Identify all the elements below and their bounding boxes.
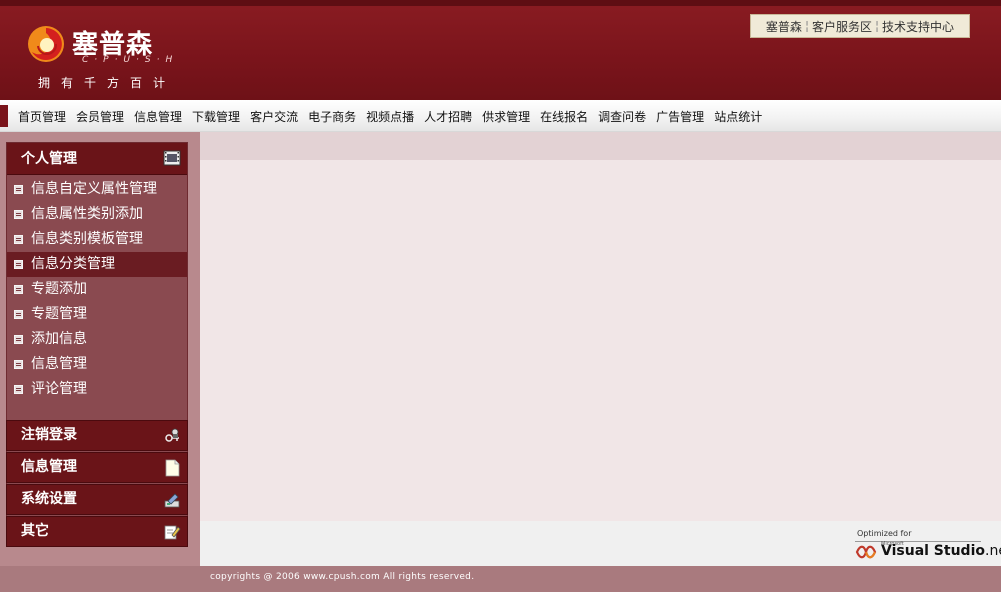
separator: ¦: [875, 19, 880, 33]
bullet-icon: [14, 210, 23, 219]
menu-item-label: 专题添加: [31, 281, 87, 297]
menu-item-label: 信息属性类别添加: [31, 206, 143, 222]
nav-item-video[interactable]: 视频点播: [366, 108, 414, 125]
menu-item-topic-add[interactable]: 专题添加: [7, 277, 187, 302]
document-icon: [165, 459, 180, 477]
menu-item-attribute-category-add[interactable]: 信息属性类别添加: [7, 202, 187, 227]
menu-item-label: 信息管理: [31, 356, 87, 372]
section-system-settings[interactable]: 系统设置: [6, 484, 188, 515]
badge-product-name: Visual Studio: [881, 543, 985, 559]
badge-product: Visual Studio.net: [881, 543, 1001, 559]
menu-item-topic-management[interactable]: 专题管理: [7, 302, 187, 327]
bullet-icon: [14, 310, 23, 319]
footer: copyrights @ 2006 www.cpush.com All righ…: [0, 566, 1001, 592]
menu-item-label: 信息类别模板管理: [31, 231, 143, 247]
bullet-icon: [14, 185, 23, 194]
bullet-icon: [14, 360, 23, 369]
menu-item-add-info[interactable]: 添加信息: [7, 327, 187, 352]
copyright-text: copyrights @ 2006 www.cpush.com All righ…: [210, 572, 475, 582]
nav-item-members[interactable]: 会员管理: [76, 108, 124, 125]
nav-item-online-signup[interactable]: 在线报名: [540, 108, 588, 125]
brand-sub: C·P·U·S·H: [82, 55, 179, 65]
nav-marker: [0, 105, 8, 127]
menu-item-label: 专题管理: [31, 306, 87, 322]
nav-item-survey[interactable]: 调查问卷: [598, 108, 646, 125]
nav-item-info[interactable]: 信息管理: [134, 108, 182, 125]
menu-item-comments[interactable]: 评论管理: [7, 377, 187, 402]
section-label: 注销登录: [21, 427, 77, 443]
section-logout[interactable]: 注销登录: [6, 420, 188, 451]
main-nav: 首页管理 会员管理 信息管理 下载管理 客户交流 电子商务 视频点播 人才招聘 …: [0, 100, 1001, 132]
logo-swirl-icon: [28, 26, 64, 62]
bullet-icon: [14, 260, 23, 269]
toplink-customer-service[interactable]: 客户服务区: [812, 18, 872, 35]
bottom-bar: Optimized for Microsoft Visual Studio.ne…: [200, 521, 1001, 566]
menu-item-label: 添加信息: [31, 331, 87, 347]
nav-item-downloads[interactable]: 下载管理: [192, 108, 240, 125]
toplink-brand[interactable]: 塞普森: [766, 18, 802, 35]
menu-item-category-template[interactable]: 信息类别模板管理: [7, 227, 187, 252]
menu-item-category-management[interactable]: 信息分类管理: [7, 252, 187, 277]
section-label: 其它: [21, 523, 49, 539]
header-top-line: [0, 0, 1001, 6]
brand-slogan: 拥有千方百计: [38, 76, 177, 90]
visual-studio-badge: Optimized for Microsoft Visual Studio.ne…: [855, 527, 1001, 563]
section-info-management[interactable]: 信息管理: [6, 452, 188, 483]
settings-icon: [164, 493, 180, 508]
panel-header[interactable]: 个人管理: [7, 143, 187, 175]
menu-list: 信息自定义属性管理 信息属性类别添加 信息类别模板管理 信息分类管理 专题添加 …: [7, 175, 187, 402]
nav-item-recruitment[interactable]: 人才招聘: [424, 108, 472, 125]
menu-item-custom-attributes[interactable]: 信息自定义属性管理: [7, 177, 187, 202]
bullet-icon: [14, 285, 23, 294]
section-other[interactable]: 其它: [6, 516, 188, 547]
nav-item-stats[interactable]: 站点统计: [714, 108, 762, 125]
section-label: 系统设置: [21, 491, 77, 507]
menu-item-label: 信息自定义属性管理: [31, 181, 157, 197]
menu-item-label: 信息分类管理: [31, 256, 115, 272]
header: 塞普森 C·P·U·S·H 拥有千方百计 塞普森 ¦ 客户服务区 ¦ 技术支持中…: [0, 0, 1001, 100]
menu-item-info-management[interactable]: 信息管理: [7, 352, 187, 377]
nav-items: 首页管理 会员管理 信息管理 下载管理 客户交流 电子商务 视频点播 人才招聘 …: [18, 100, 772, 132]
separator: ¦: [804, 19, 809, 33]
toplink-tech-support[interactable]: 技术支持中心: [882, 18, 954, 35]
visual-studio-logo-icon: [855, 545, 877, 559]
badge-divider: [855, 541, 981, 542]
edit-icon: [164, 525, 181, 540]
content-title-strip: [200, 132, 1001, 160]
nav-item-ads[interactable]: 广告管理: [656, 108, 704, 125]
nav-item-ecommerce[interactable]: 电子商务: [308, 108, 356, 125]
logo[interactable]: 塞普森 C·P·U·S·H 拥有千方百计: [26, 22, 196, 92]
badge-optimized-text: Optimized for: [857, 529, 912, 538]
sidebar: 个人管理 信息自定义属性管理 信息属性类别添加 信息类别模板管理 信息分类管理 …: [0, 132, 200, 566]
bullet-icon: [14, 235, 23, 244]
bullet-icon: [14, 335, 23, 344]
main-content: [200, 132, 1001, 521]
nav-item-customer-exchange[interactable]: 客户交流: [250, 108, 298, 125]
top-links: 塞普森 ¦ 客户服务区 ¦ 技术支持中心: [750, 14, 970, 38]
section-label: 信息管理: [21, 459, 77, 475]
film-icon: [163, 150, 181, 166]
panel-title: 个人管理: [21, 151, 77, 167]
bullet-icon: [14, 385, 23, 394]
menu-item-label: 评论管理: [31, 381, 87, 397]
badge-product-suffix: .net: [985, 543, 1001, 559]
nav-item-supply-demand[interactable]: 供求管理: [482, 108, 530, 125]
nav-item-home[interactable]: 首页管理: [18, 108, 66, 125]
logout-icon: [165, 428, 179, 442]
